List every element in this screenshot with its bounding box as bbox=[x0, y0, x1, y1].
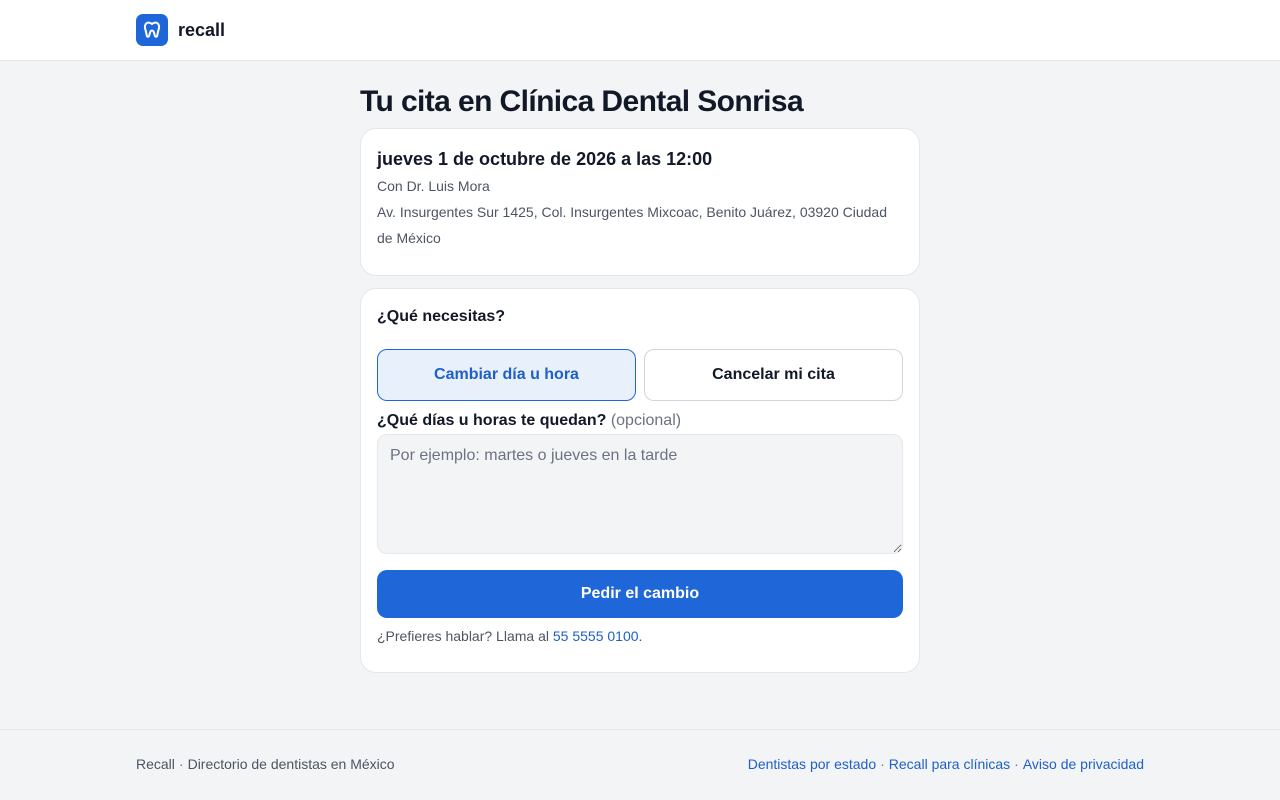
brand-link[interactable]: recall bbox=[136, 14, 225, 46]
availability-label: ¿Qué días u horas te quedan? (opcional) bbox=[377, 411, 903, 431]
request-card: ¿Qué necesitas? Cambiar día u hora Cance… bbox=[360, 288, 920, 673]
appointment-doctor: Con Dr. Luis Mora bbox=[377, 178, 490, 194]
footer-separator: · bbox=[1014, 756, 1019, 772]
phone-link[interactable]: 55 5555 0100 bbox=[553, 628, 639, 644]
footer-brand: Recall bbox=[136, 756, 175, 772]
request-options: Cambiar día u hora Cancelar mi cita bbox=[377, 349, 903, 401]
footer-link-recall-for-clinics[interactable]: Recall para clínicas bbox=[889, 756, 1010, 772]
main-content: Tu cita en Clínica Dental Sonrisa jueves… bbox=[360, 84, 920, 673]
call-prompt: ¿Prefieres hablar? Llama al 55 5555 0100… bbox=[377, 628, 903, 644]
top-bar: recall bbox=[0, 0, 1280, 61]
availability-label-text: ¿Qué días u horas te quedan? bbox=[377, 412, 607, 429]
footer: Recall · Directorio de dentistas en México… bbox=[0, 729, 1280, 800]
availability-input[interactable] bbox=[377, 434, 903, 554]
footer-link-privacy-notice[interactable]: Aviso de privacidad bbox=[1023, 756, 1144, 772]
cancel-appointment-button[interactable]: Cancelar mi cita bbox=[644, 349, 903, 401]
footer-tagline: Directorio de dentistas en México bbox=[187, 756, 395, 772]
call-prompt-period: . bbox=[638, 628, 643, 644]
footer-links: Dentistas por estado · Recall para clínica… bbox=[748, 756, 1144, 772]
brand-name: recall bbox=[178, 19, 226, 40]
change-date-button[interactable]: Cambiar día u hora bbox=[377, 349, 636, 401]
appointment-datetime: jueves 1 de octubre de 2026 a las 12:00 bbox=[377, 149, 713, 169]
submit-change-button[interactable]: Pedir el cambio bbox=[377, 570, 903, 618]
footer-separator: · bbox=[880, 756, 885, 772]
request-question: ¿Qué necesitas? bbox=[377, 308, 506, 325]
page-title: Tu cita en Clínica Dental Sonrisa bbox=[360, 85, 804, 118]
appointment-card: jueves 1 de octubre de 2026 a las 12:00 … bbox=[360, 128, 920, 276]
footer-separator: · bbox=[178, 756, 184, 772]
tooth-icon bbox=[136, 14, 168, 46]
appointment-address: Av. Insurgentes Sur 1425, Col. Insurgent… bbox=[377, 204, 888, 246]
footer-link-dentists-by-state[interactable]: Dentistas por estado bbox=[748, 756, 876, 772]
footer-brand-line: Recall · Directorio de dentistas en México bbox=[136, 756, 395, 772]
call-prompt-text: ¿Prefieres hablar? Llama al bbox=[377, 628, 549, 644]
availability-optional-tag: (opcional) bbox=[610, 412, 682, 429]
